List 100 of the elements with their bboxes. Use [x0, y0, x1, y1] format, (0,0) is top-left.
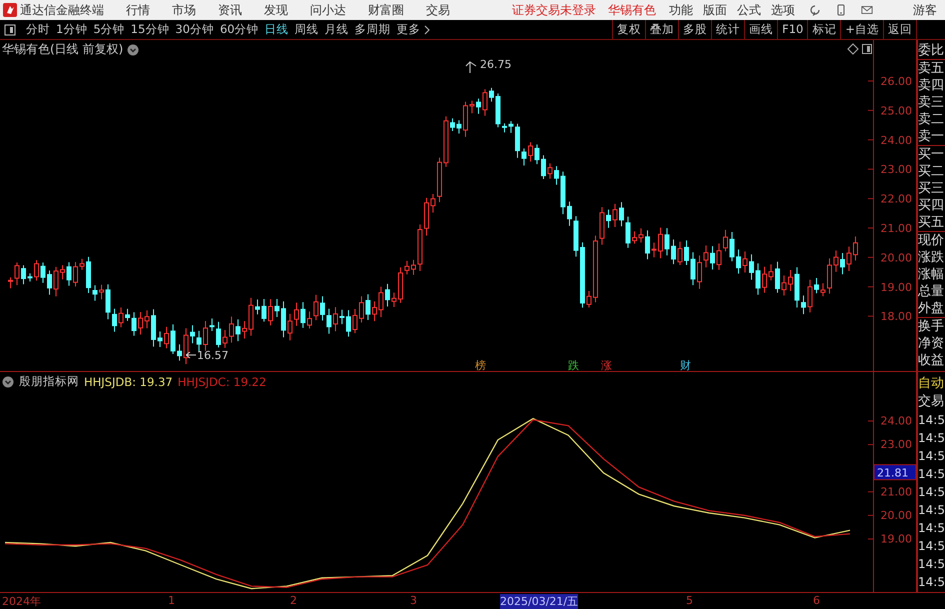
candlestick: [216, 321, 221, 348]
axis-tick-label: 18.00: [880, 310, 912, 324]
user-name[interactable]: 游客: [913, 2, 937, 18]
login-status[interactable]: 证券交易未登录: [512, 2, 596, 18]
menu-item[interactable]: 资讯: [218, 2, 242, 18]
candlestick: [248, 297, 254, 336]
candlestick: [80, 258, 84, 270]
menu-item[interactable]: 选项: [771, 2, 795, 18]
menu-item[interactable]: 版面: [703, 2, 727, 18]
chevron-right-icon[interactable]: [424, 24, 430, 34]
quote-label: 外盘: [918, 300, 945, 317]
event-marker[interactable]: 跌: [568, 359, 579, 372]
axis-tick-label: 24.00: [880, 414, 912, 428]
candlestick: [404, 260, 410, 275]
candlestick: [229, 316, 234, 344]
toolbar-button[interactable]: 多股: [678, 20, 712, 39]
candlestick: [151, 308, 156, 348]
menu-item[interactable]: 公式: [737, 2, 761, 18]
menu-item[interactable]: 功能: [669, 2, 693, 18]
menu-item[interactable]: 发现: [264, 2, 288, 18]
axis-tick-label: 21.00: [880, 485, 912, 498]
candlestick: [184, 328, 188, 365]
axis-tick-label: 19.00: [880, 532, 912, 546]
diamond-icon[interactable]: [847, 43, 859, 55]
candlestick: [638, 228, 644, 243]
time-axis-label: 2025/03/21/五: [500, 594, 578, 609]
mail-icon[interactable]: [861, 4, 873, 16]
candlestick: [580, 242, 585, 308]
candlestick: [690, 252, 696, 286]
panel-toggle-icon[interactable]: [862, 44, 872, 54]
stock-name: 华锡有色: [608, 2, 656, 18]
menu-item[interactable]: 行情: [126, 2, 150, 18]
toolbar-button[interactable]: F10: [777, 20, 808, 39]
candlestick: [288, 313, 292, 341]
candlestick: [450, 118, 455, 132]
period-tab[interactable]: 1分钟: [56, 22, 88, 37]
trade-time: 14:5: [918, 538, 945, 555]
period-tab[interactable]: 15分钟: [130, 22, 170, 37]
candlestick: [66, 262, 72, 286]
trade-time: 14:5: [918, 520, 945, 537]
period-tab[interactable]: 日线: [264, 22, 289, 37]
more-tab[interactable]: 更多: [396, 22, 421, 37]
period-tab[interactable]: 5分钟: [93, 22, 125, 37]
menu-item[interactable]: 财富圈: [368, 2, 404, 18]
phone-icon[interactable]: [835, 4, 847, 16]
toolbar-button[interactable]: 复权: [612, 20, 646, 39]
candlestick: [28, 272, 32, 282]
candlestick: [528, 142, 533, 162]
toolbar-button[interactable]: 叠加: [645, 20, 678, 39]
candlestick: [54, 266, 58, 297]
candlestick: [606, 209, 611, 228]
toolbar-button[interactable]: 画线: [744, 20, 778, 39]
toolbar-button[interactable]: 标记: [807, 20, 840, 39]
candlestick: [346, 310, 351, 338]
candlestick: [430, 194, 436, 214]
crosshair-value-label: 21.81: [874, 464, 916, 480]
period-tab[interactable]: 60分钟: [220, 22, 259, 37]
refresh-icon[interactable]: [809, 4, 821, 16]
event-marker[interactable]: 榜: [475, 359, 486, 372]
quote-label: 涨幅: [918, 266, 945, 283]
candlestick: [671, 238, 676, 265]
event-marker[interactable]: 涨: [601, 359, 612, 372]
candlestick: [749, 254, 754, 280]
dropdown-icon[interactable]: [127, 44, 140, 56]
toolbar-button[interactable]: 统计: [711, 20, 744, 39]
candlestick: [203, 320, 208, 352]
quote-label: 卖五: [918, 60, 945, 77]
candlestick: [8, 276, 13, 289]
menu-item[interactable]: 问小达: [310, 2, 346, 18]
candlestick: [716, 243, 722, 270]
period-tab[interactable]: 分时: [26, 22, 50, 37]
dropdown-icon[interactable]: [2, 376, 14, 388]
candlestick: [632, 230, 637, 244]
trade-label: 交易: [918, 393, 945, 411]
event-marker[interactable]: 财: [680, 359, 691, 372]
candlestick: [586, 290, 592, 308]
axis-tick-label: 26.00: [880, 75, 912, 88]
trade-time: 14:5: [918, 430, 945, 447]
candlestick: [463, 101, 468, 138]
candlestick: [21, 264, 26, 285]
time-axis-label: 3: [410, 594, 417, 607]
toolbar-button[interactable]: +自选: [840, 20, 883, 39]
period-tab[interactable]: 周线: [294, 22, 319, 37]
axis-tick-label: 25.00: [880, 104, 912, 118]
period-tab[interactable]: 多周期: [354, 22, 391, 37]
auto-label[interactable]: 自动: [918, 375, 945, 393]
menu-item[interactable]: 交易: [426, 2, 450, 18]
candlestick: [14, 262, 20, 286]
panel-toggle-icon[interactable]: [4, 24, 16, 36]
period-tab[interactable]: 30分钟: [175, 22, 214, 37]
period-tab[interactable]: 月线: [324, 22, 349, 37]
menu-item[interactable]: 市场: [172, 2, 196, 18]
candlestick: [398, 266, 403, 304]
candlestick: [437, 157, 442, 203]
toolbar-button[interactable]: 返回: [883, 20, 916, 39]
high-price-label: 26.75: [480, 58, 512, 71]
candlestick: [326, 308, 332, 334]
axis-tick-label: 21.00: [880, 222, 912, 235]
candlestick: [496, 92, 500, 128]
candlestick: [158, 330, 162, 348]
